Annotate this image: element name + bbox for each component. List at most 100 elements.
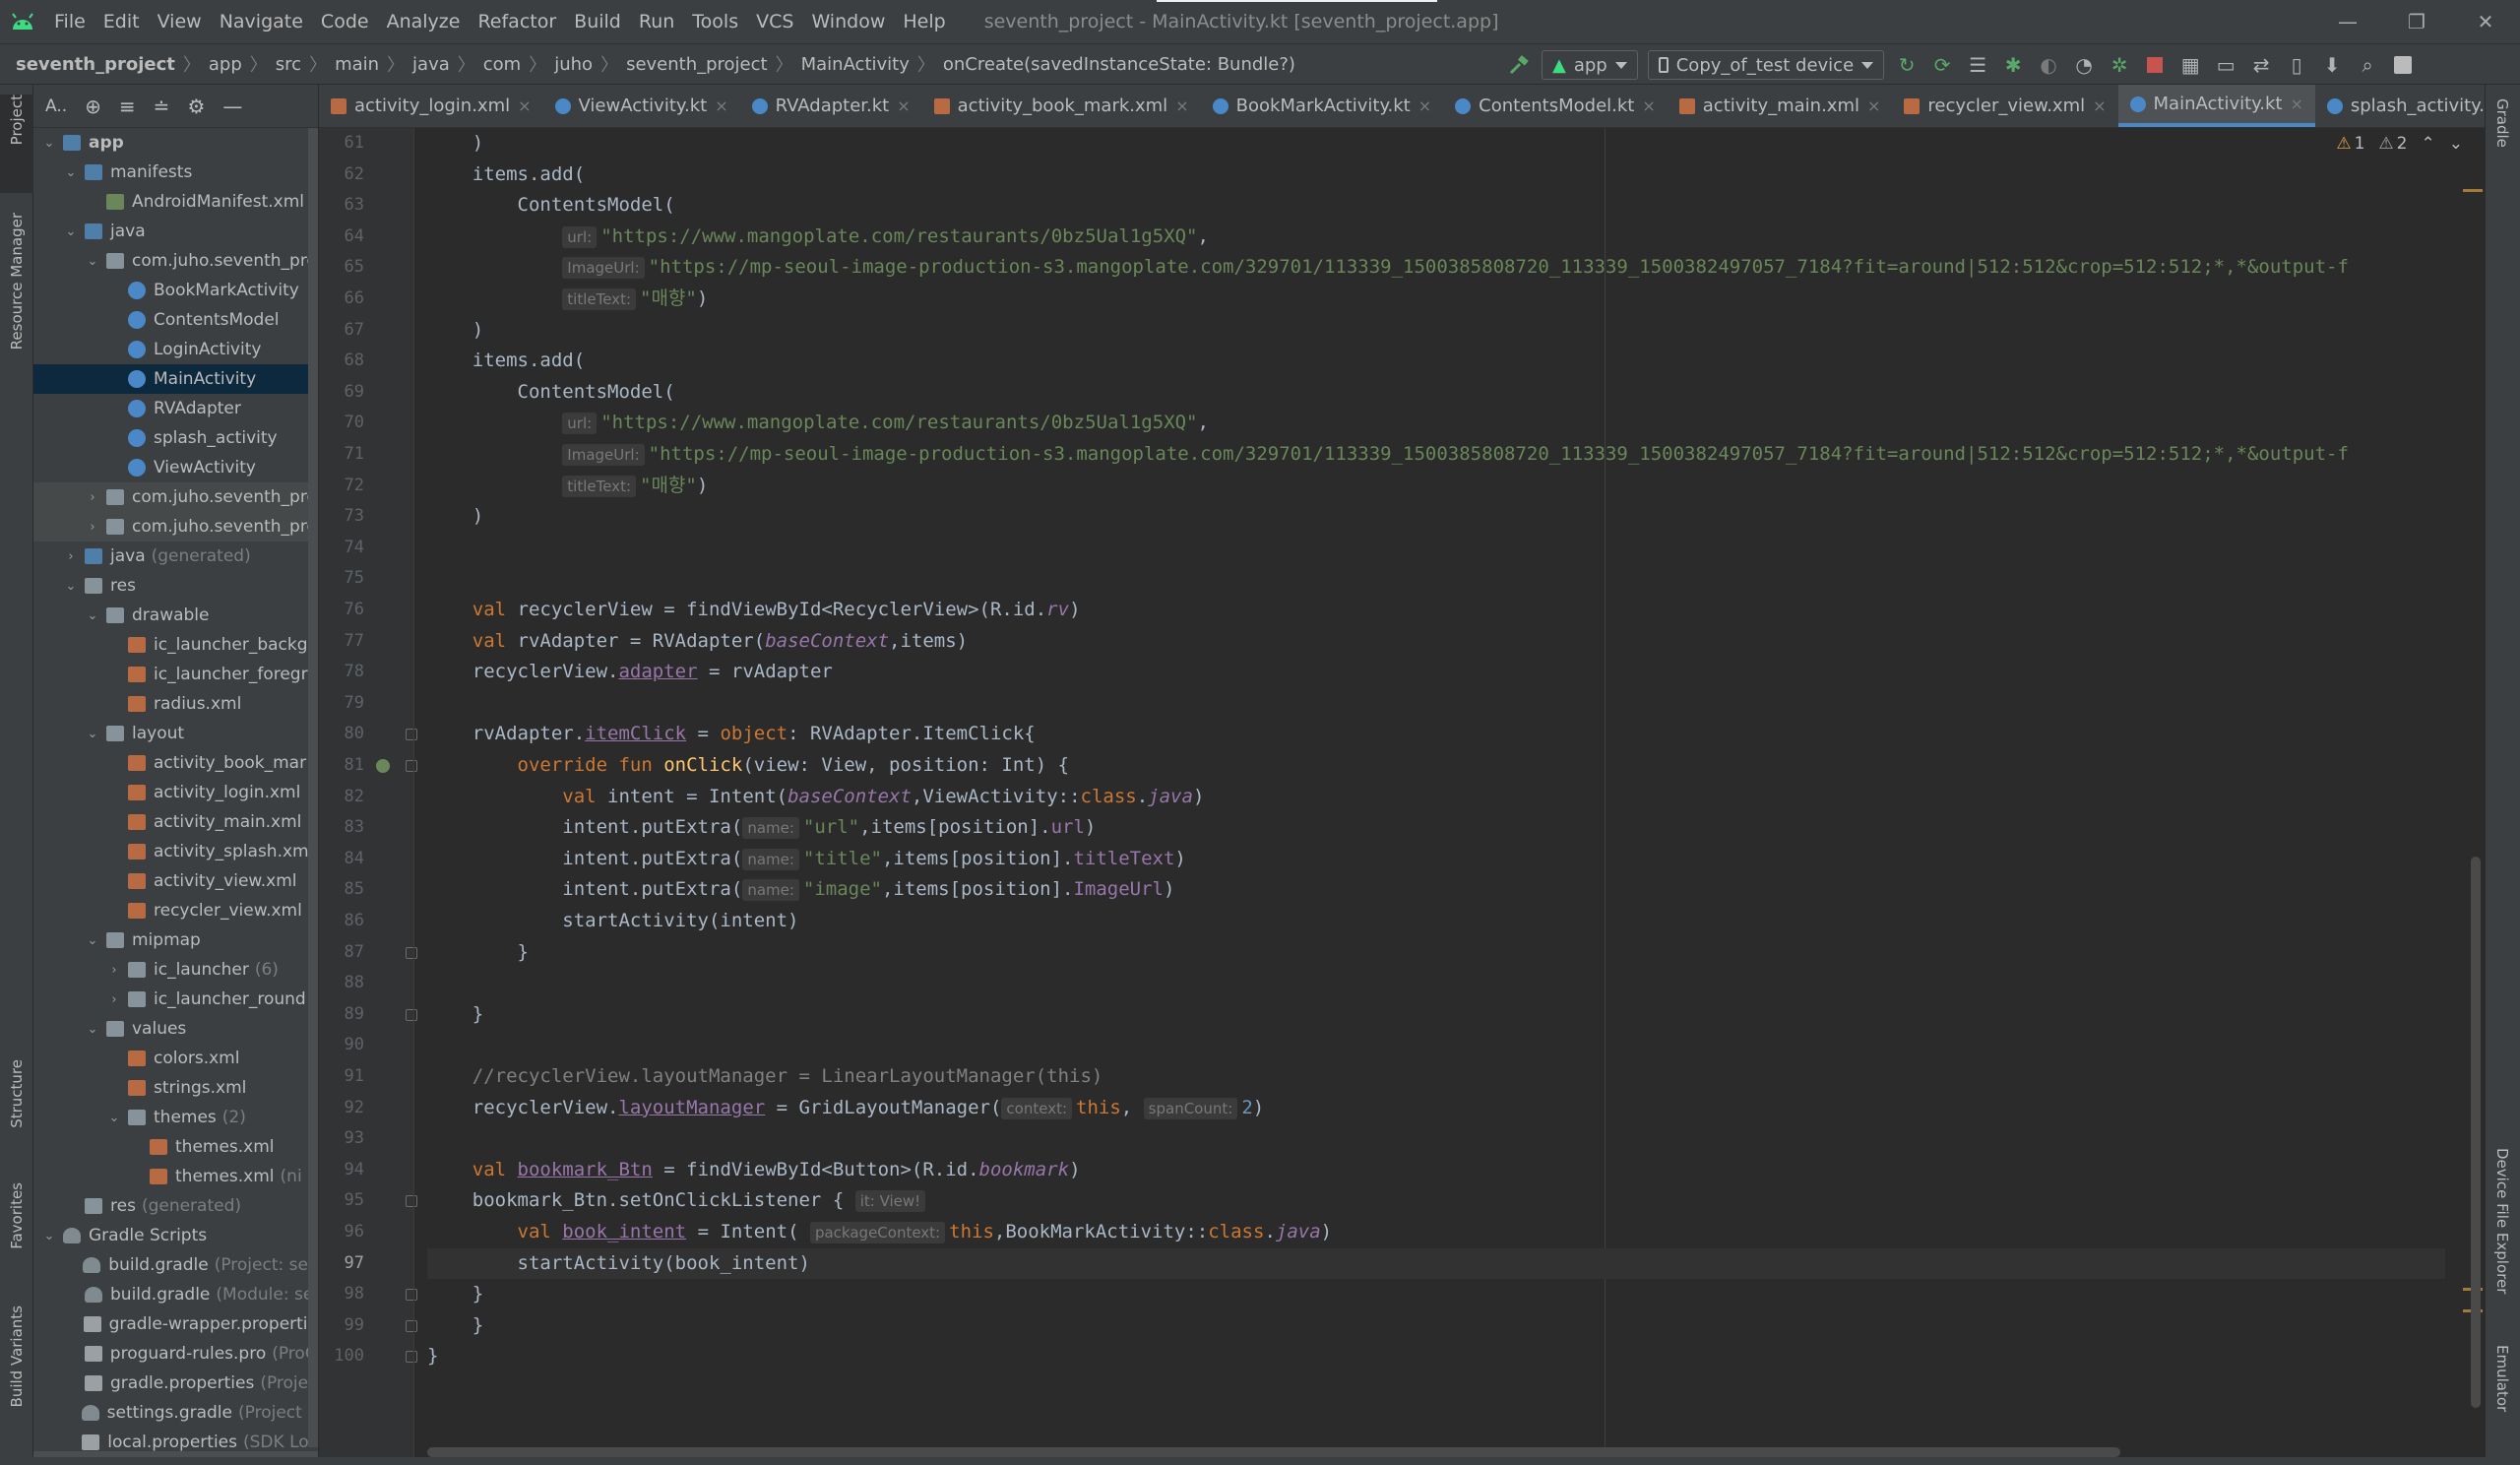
restore-button[interactable]: ❐ bbox=[2382, 0, 2451, 43]
apply-code-changes-icon[interactable]: ⟳ bbox=[1929, 52, 1955, 78]
menu-build[interactable]: Build bbox=[565, 11, 630, 32]
menu-refactor[interactable]: Refactor bbox=[469, 11, 565, 32]
avd-manager-icon[interactable]: ▭ bbox=[2213, 52, 2238, 78]
chevron-down-icon[interactable]: ⌄ bbox=[106, 1111, 122, 1125]
code-line[interactable]: titleText: "매향") bbox=[427, 471, 708, 501]
code-line[interactable]: url: "https://www.mangoplate.com/restaura… bbox=[427, 222, 1209, 252]
editor-vertical-scrollbar[interactable] bbox=[2471, 857, 2481, 1408]
tree-item[interactable]: ⌄ Gradle Scripts bbox=[33, 1221, 318, 1250]
breadcrumb-item[interactable]: seventh_project bbox=[16, 54, 175, 75]
chevron-down-icon[interactable]: ⌄ bbox=[85, 1022, 100, 1037]
tree-item[interactable]: ⌄ java bbox=[33, 217, 318, 246]
code-editor[interactable]: 61 62 63 64 65 66 67 68 69 70 71 72 73 74 75 76 77 78 79 80… bbox=[319, 128, 2485, 1457]
code-line[interactable]: intent.putExtra(name: "url",items[positio… bbox=[427, 812, 1096, 843]
sync-list-icon[interactable]: ☰ bbox=[1965, 52, 1990, 78]
editor-tab[interactable]: RVAdapter.kt × bbox=[740, 85, 922, 127]
tool-tab-device-file-explorer[interactable]: Device File Explorer bbox=[2493, 1148, 2511, 1299]
tree-item[interactable]: ⌄ drawable bbox=[33, 601, 318, 630]
code-line[interactable]: items.add( bbox=[427, 159, 585, 190]
tree-item[interactable]: recycler_view.xml bbox=[33, 896, 318, 925]
tool-tab-project[interactable]: Project bbox=[0, 95, 33, 193]
close-icon[interactable]: × bbox=[1418, 96, 1431, 115]
code-line[interactable]: intent.putExtra(name: "title",items[posit… bbox=[427, 844, 1186, 874]
tree-item[interactable]: gradle.properties (Projec bbox=[33, 1369, 318, 1398]
apply-changes-restart-icon[interactable]: ↻ bbox=[1894, 52, 1920, 78]
tree-item[interactable]: splash_activity bbox=[33, 423, 318, 453]
tree-item[interactable]: LoginActivity bbox=[33, 335, 318, 364]
expand-all-icon[interactable]: ≡ bbox=[119, 95, 136, 118]
debug-icon[interactable]: ✱ bbox=[2000, 52, 2026, 78]
sdk-manager-icon[interactable]: ⬇ bbox=[2319, 52, 2345, 78]
code-line[interactable]: ) bbox=[427, 315, 483, 346]
fold-marker-icon[interactable] bbox=[406, 760, 417, 772]
tree-item[interactable]: colors.xml bbox=[33, 1044, 318, 1073]
close-icon[interactable]: × bbox=[1642, 96, 1655, 115]
tree-item[interactable]: build.gradle (Project: sev bbox=[33, 1250, 318, 1280]
breadcrumb-item[interactable]: src bbox=[276, 54, 301, 75]
coverage-icon[interactable]: ◐ bbox=[2036, 52, 2061, 78]
tree-item[interactable]: ⌄ layout bbox=[33, 719, 318, 748]
close-icon[interactable]: × bbox=[1867, 96, 1880, 115]
tree-item[interactable]: activity_splash.xml bbox=[33, 837, 318, 866]
menu-navigate[interactable]: Navigate bbox=[211, 11, 312, 32]
tree-item[interactable]: › ic_launcher_round bbox=[33, 985, 318, 1014]
close-icon[interactable]: × bbox=[2093, 96, 2106, 115]
weak-warning-count[interactable]: ⚠ 2 bbox=[2378, 134, 2407, 154]
editor-tab[interactable]: MainActivity.kt × bbox=[2117, 85, 2315, 127]
project-view-selector[interactable]: A.. bbox=[45, 96, 67, 116]
device-dropdown[interactable]: Copy_of_test device bbox=[1647, 50, 1885, 80]
fold-marker-icon[interactable] bbox=[406, 1289, 417, 1302]
code-line[interactable]: val bookmark_Btn = findViewById<Button>(… bbox=[427, 1155, 1081, 1185]
code-line[interactable]: } bbox=[427, 1279, 483, 1309]
editor-horizontal-scrollbar[interactable] bbox=[427, 1447, 2120, 1457]
code-line[interactable]: val intent = Intent(baseContext,ViewActi… bbox=[427, 782, 1204, 812]
code-line[interactable]: bookmark_Btn.setOnClickListener { it: Vi… bbox=[427, 1185, 929, 1216]
tree-item[interactable]: strings.xml bbox=[33, 1073, 318, 1103]
code-line[interactable]: //recyclerView.layoutManager = LinearLay… bbox=[427, 1061, 1103, 1092]
menu-help[interactable]: Help bbox=[894, 11, 954, 32]
code-line[interactable]: intent.putExtra(name: "image",items[posit… bbox=[427, 874, 1174, 905]
chevron-down-icon[interactable]: ⌄ bbox=[63, 579, 79, 594]
chevron-down-icon[interactable]: ⌄ bbox=[2449, 134, 2463, 154]
tool-tab-emulator[interactable]: Emulator bbox=[2493, 1345, 2511, 1417]
code-line[interactable]: } bbox=[427, 937, 529, 968]
tree-item[interactable]: proguard-rules.pro (ProG bbox=[33, 1339, 318, 1369]
chevron-right-icon[interactable]: › bbox=[63, 549, 79, 564]
tree-item[interactable]: ic_launcher_backgr bbox=[33, 630, 318, 660]
run-config-dropdown[interactable]: ▲ app bbox=[1542, 50, 1638, 80]
tree-item[interactable]: activity_view.xml bbox=[33, 866, 318, 896]
code-line[interactable]: startActivity(book_intent) bbox=[427, 1247, 2445, 1279]
code-line[interactable]: ) bbox=[427, 501, 483, 532]
editor-tab[interactable]: ViewActivity.kt × bbox=[543, 85, 740, 127]
close-icon[interactable]: × bbox=[1175, 96, 1188, 115]
code-line[interactable]: url: "https://www.mangoplate.com/restaura… bbox=[427, 408, 1209, 438]
tool-tab-favorites[interactable]: Favorites bbox=[0, 1182, 33, 1301]
breadcrumb-item[interactable]: java bbox=[412, 54, 450, 75]
tree-item[interactable]: AndroidManifest.xml bbox=[33, 187, 318, 217]
code-line[interactable]: items.add( bbox=[427, 346, 585, 376]
tree-item[interactable]: activity_main.xml bbox=[33, 807, 318, 837]
tool-tab-structure[interactable]: Structure bbox=[0, 1059, 33, 1178]
gradle-sync-icon[interactable]: ⇄ bbox=[2248, 52, 2274, 78]
tool-tab-gradle[interactable]: Gradle bbox=[2493, 98, 2511, 153]
code-line[interactable]: ContentsModel( bbox=[427, 377, 675, 408]
tool-tab-resource-manager[interactable]: Resource Manager bbox=[0, 213, 33, 439]
menu-edit[interactable]: Edit bbox=[94, 11, 149, 32]
collapse-all-icon[interactable]: ≐ bbox=[154, 95, 170, 118]
editor-tab[interactable]: BookMarkActivity.kt × bbox=[1201, 85, 1444, 127]
chevron-down-icon[interactable]: ⌄ bbox=[41, 136, 57, 151]
fold-marker-icon[interactable] bbox=[406, 1319, 417, 1332]
chevron-down-icon[interactable]: ⌄ bbox=[85, 254, 100, 269]
breadcrumb-item[interactable]: main bbox=[335, 54, 379, 75]
tree-item[interactable]: res (generated) bbox=[33, 1191, 318, 1221]
breadcrumb-item[interactable]: seventh_project bbox=[626, 54, 768, 75]
tree-item[interactable]: ic_launcher_foregr bbox=[33, 660, 318, 689]
tree-item[interactable]: › com.juho.seventh_pro bbox=[33, 482, 318, 512]
chevron-right-icon[interactable]: › bbox=[85, 490, 100, 505]
project-structure-icon[interactable]: ▦ bbox=[2177, 52, 2203, 78]
fold-marker-icon[interactable] bbox=[406, 1351, 417, 1364]
tree-item[interactable]: ⌄ manifests bbox=[33, 158, 318, 187]
editor-tab[interactable]: activity_book_mark.xml × bbox=[922, 85, 1201, 127]
editor-tab[interactable]: activity_main.xml × bbox=[1668, 85, 1893, 127]
code-line[interactable]: override fun onClick(view: View, positio… bbox=[427, 750, 1070, 781]
